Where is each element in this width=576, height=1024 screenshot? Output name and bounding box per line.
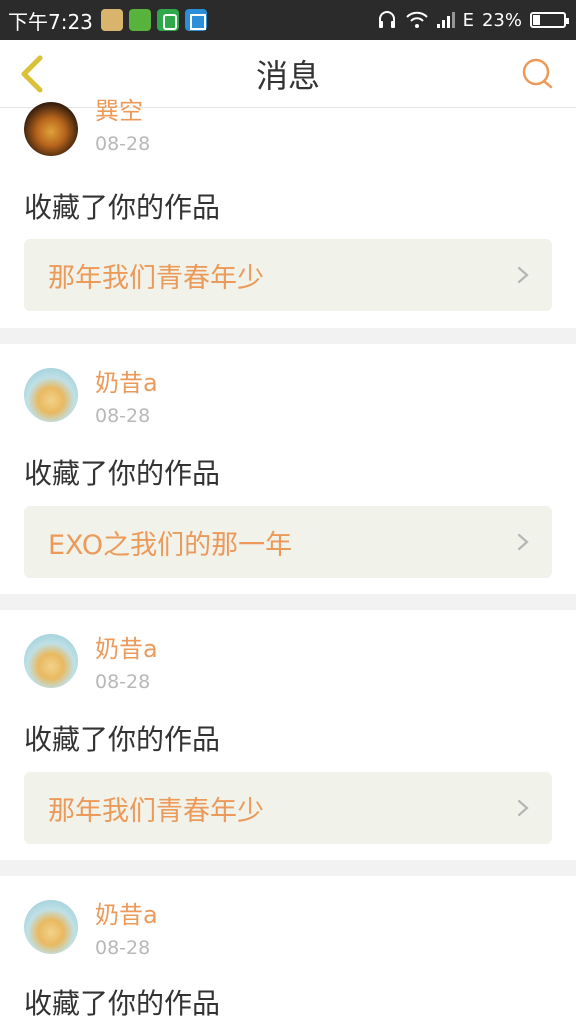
message-date: 08-28	[95, 671, 151, 693]
username[interactable]: 巽空	[95, 96, 150, 126]
message-card: 巽空 08-28 收藏了你的作品 那年我们青春年少	[0, 97, 576, 328]
message-card: 奶昔a 08-28 收藏了你的作品	[0, 876, 576, 1024]
card-divider	[0, 328, 576, 344]
work-title: EXO之我们的那一年	[48, 529, 293, 561]
action-text: 收藏了你的作品	[24, 987, 221, 1020]
card-divider	[0, 594, 576, 610]
chevron-right-icon	[517, 266, 529, 284]
message-card: 奶昔a 08-28 收藏了你的作品 EXO之我们的那一年	[0, 344, 576, 594]
scanner-app-icon	[184, 9, 207, 31]
message-date: 08-28	[95, 937, 151, 959]
message-app-icon	[128, 9, 151, 31]
battery-icon	[530, 12, 569, 28]
action-text: 收藏了你的作品	[24, 723, 221, 756]
action-text: 收藏了你的作品	[24, 191, 221, 224]
message-sender: 奶昔a 08-28	[24, 900, 158, 962]
message-sender: 奶昔a 08-28	[24, 368, 158, 430]
work-link[interactable]: 那年我们青春年少	[24, 772, 552, 844]
avatar[interactable]	[24, 102, 78, 156]
username[interactable]: 奶昔a	[95, 900, 158, 930]
battery-percent: 23%	[481, 9, 522, 31]
message-list: 巽空 08-28 收藏了你的作品 那年我们青春年少 奶昔a 08-28 收藏了你…	[0, 97, 576, 1024]
work-title: 那年我们青春年少	[48, 795, 264, 827]
username[interactable]: 奶昔a	[95, 634, 158, 664]
wifi-icon	[405, 11, 428, 28]
message-card: 奶昔a 08-28 收藏了你的作品 那年我们青春年少	[0, 610, 576, 860]
work-title: 那年我们青春年少	[48, 262, 264, 294]
message-sender: 巽空 08-28	[24, 97, 151, 158]
app-icon	[100, 9, 123, 31]
avatar[interactable]	[24, 900, 78, 954]
status-time: 下午7:23	[8, 9, 93, 34]
chevron-right-icon	[517, 799, 529, 817]
headphones-icon	[378, 11, 395, 28]
card-divider	[0, 860, 576, 876]
search-icon[interactable]	[520, 56, 556, 92]
status-bar: 下午7:23 E 23%	[0, 0, 576, 40]
chevron-left-icon[interactable]	[14, 52, 54, 96]
avatar[interactable]	[24, 368, 78, 422]
page-title: 消息	[255, 56, 320, 95]
action-text: 收藏了你的作品	[24, 457, 221, 490]
work-link[interactable]: EXO之我们的那一年	[24, 506, 552, 578]
security-app-icon	[156, 9, 179, 31]
username[interactable]: 奶昔a	[95, 368, 158, 398]
message-sender: 奶昔a 08-28	[24, 634, 158, 696]
signal-icon	[436, 12, 455, 28]
work-link[interactable]: 那年我们青春年少	[24, 239, 552, 311]
header: 消息	[0, 40, 576, 108]
avatar[interactable]	[24, 634, 78, 688]
message-date: 08-28	[95, 133, 151, 155]
network-type: E	[462, 9, 474, 31]
status-indicators: E 23%	[377, 9, 569, 31]
message-date: 08-28	[95, 405, 151, 427]
status-app-icons	[100, 9, 207, 31]
chevron-right-icon	[517, 533, 529, 551]
